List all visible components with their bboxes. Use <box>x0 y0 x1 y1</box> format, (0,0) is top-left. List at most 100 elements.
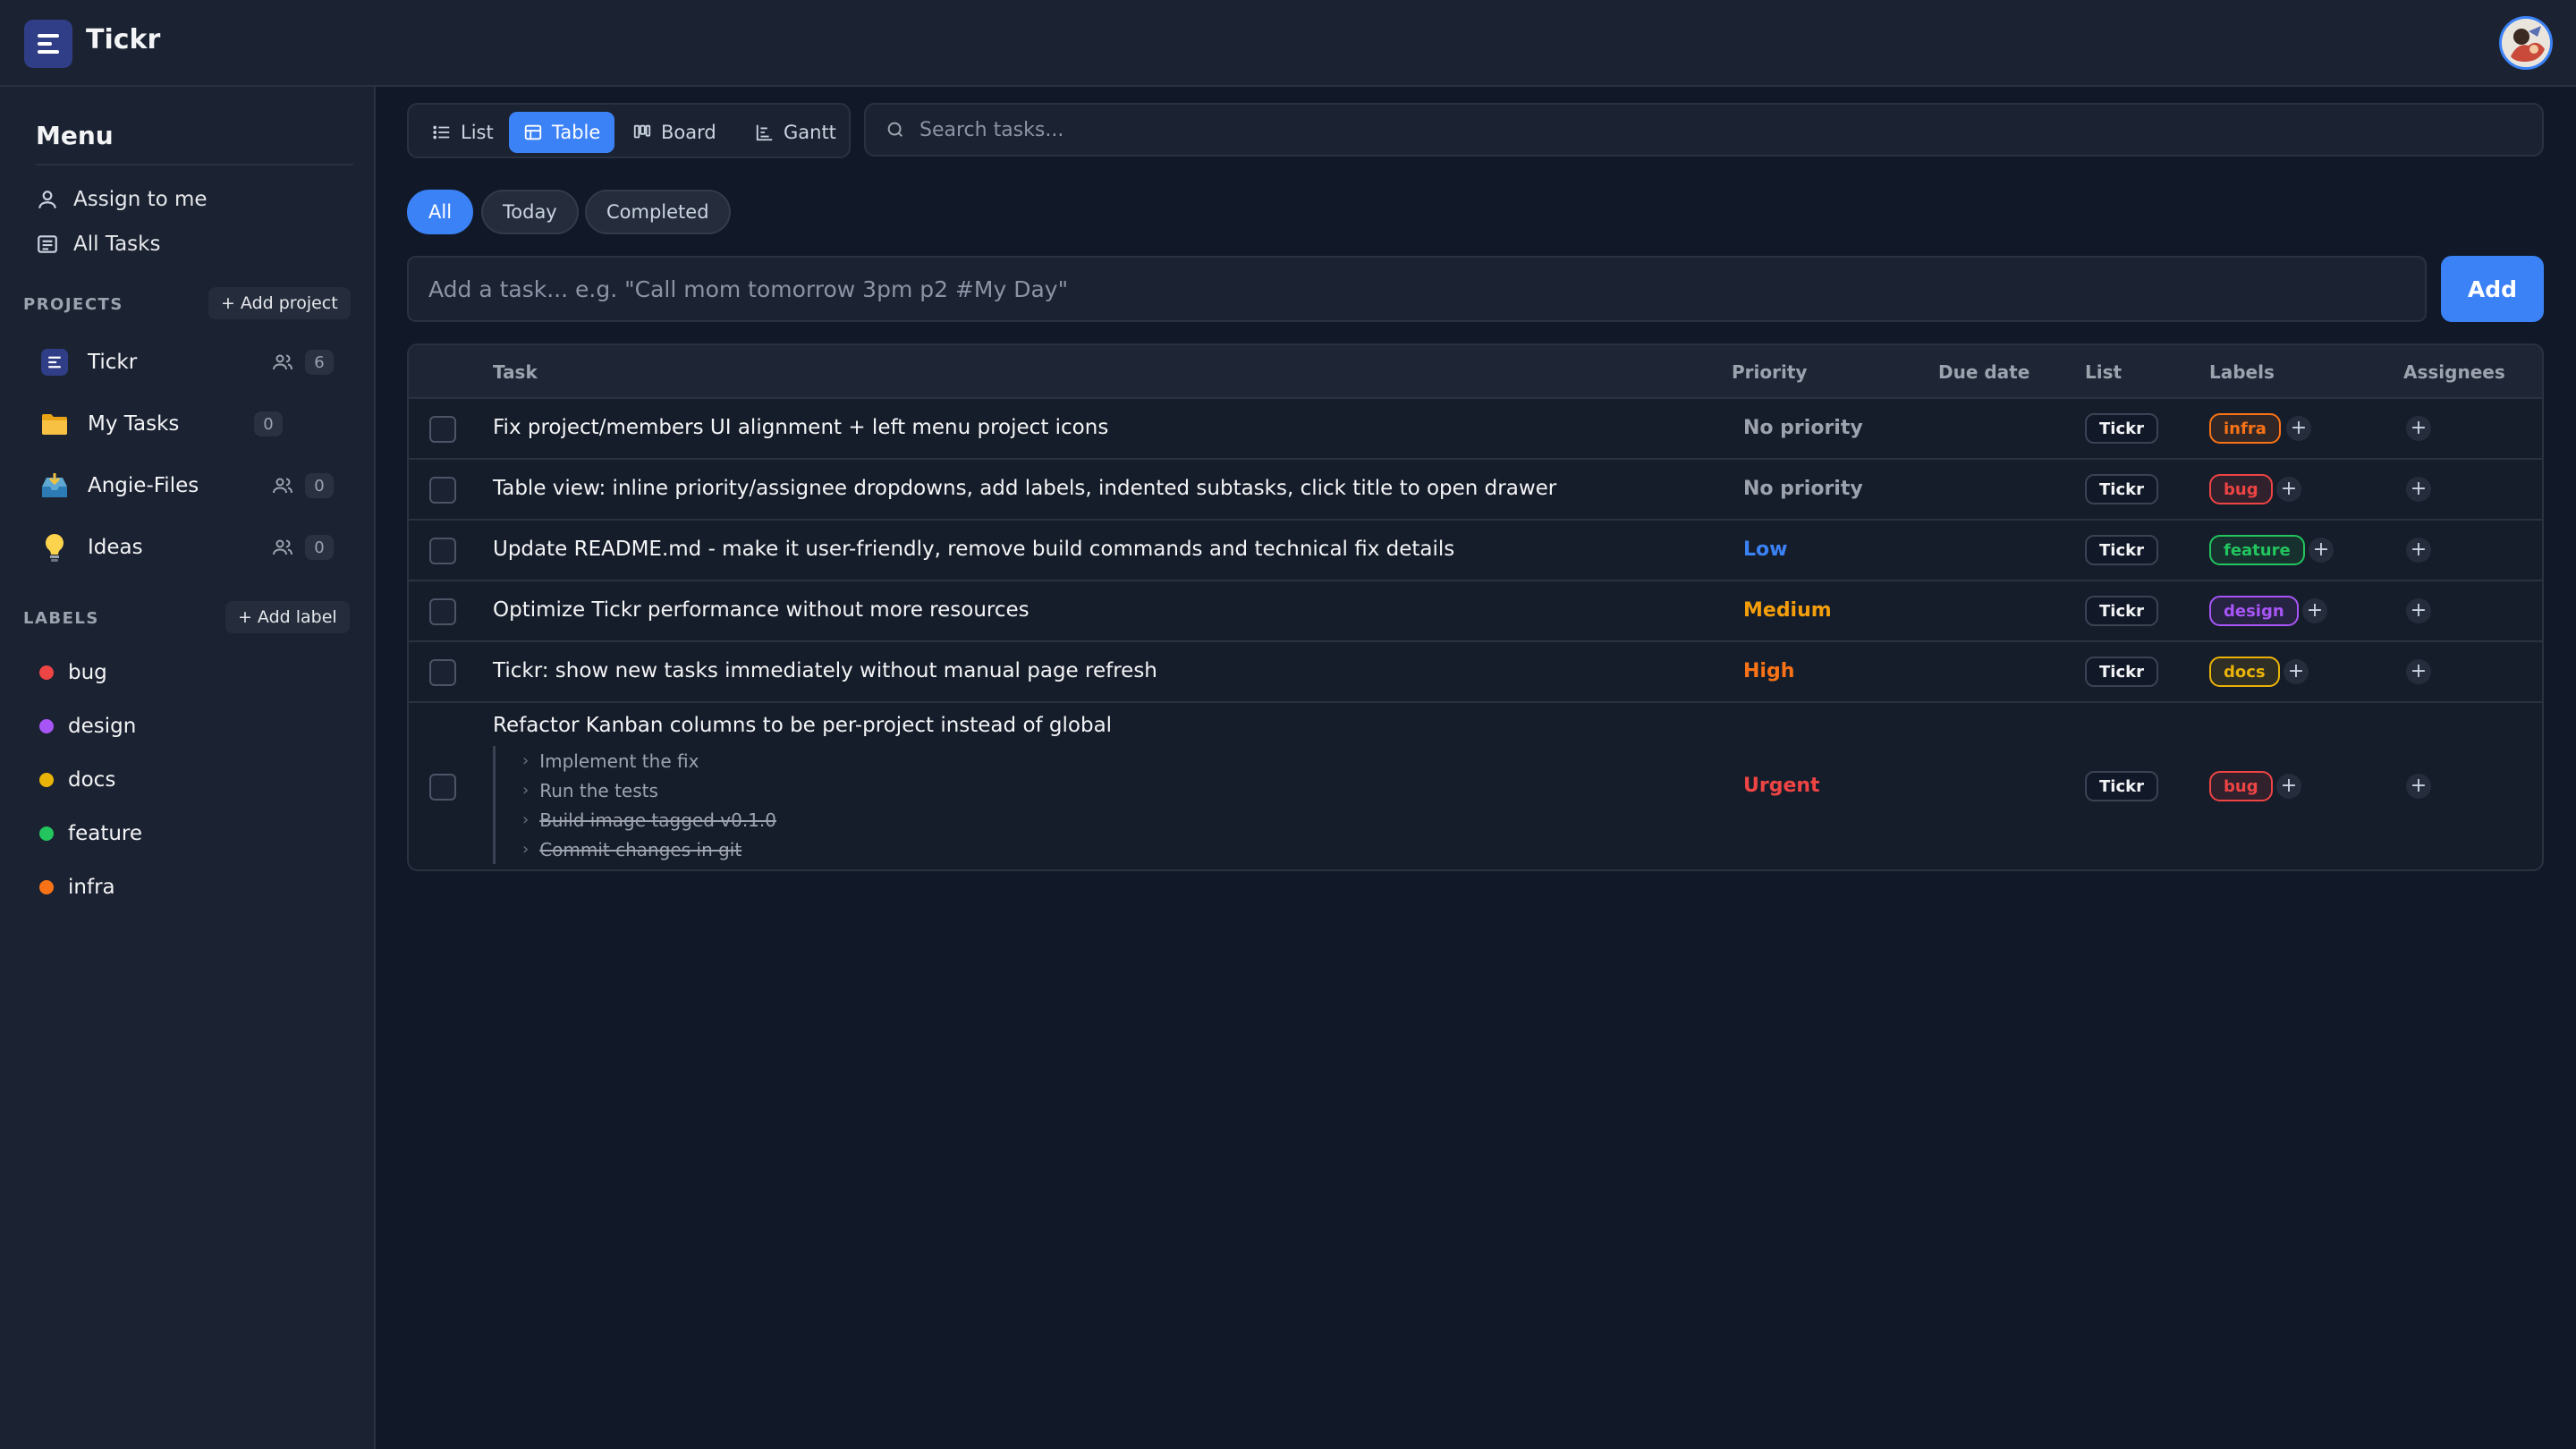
top-bar: Tickr <box>0 0 2576 87</box>
subtask-title[interactable]: Build image tagged v0.1.0 <box>539 809 776 831</box>
subtask-title[interactable]: Commit changes in git <box>539 839 741 860</box>
projects-heading: PROJECTS <box>23 295 123 314</box>
task-checkbox[interactable] <box>429 598 456 625</box>
task-checkbox[interactable] <box>429 659 456 686</box>
column-header-list[interactable]: List <box>2085 361 2122 383</box>
sidebar-label-infra[interactable]: infra <box>39 871 115 903</box>
task-checkbox[interactable] <box>429 477 456 504</box>
column-header-labels[interactable]: Labels <box>2209 361 2275 383</box>
task-label-chip[interactable]: docs <box>2209 657 2280 687</box>
task-list-chip[interactable]: Tickr <box>2085 413 2158 444</box>
table-row[interactable]: Optimize Tickr performance without more … <box>409 581 2542 642</box>
sidebar-item-project-ideas[interactable]: Ideas <box>39 528 143 567</box>
label-name: infra <box>68 876 115 899</box>
add-label-plus-icon[interactable]: + <box>2302 598 2327 623</box>
table-row[interactable]: Update README.md - make it user-friendly… <box>409 521 2542 581</box>
add-assignee-plus-icon[interactable]: + <box>2406 659 2431 684</box>
subtask-item[interactable]: › Implement the fix <box>522 746 776 775</box>
tickr-logo-icon[interactable] <box>24 20 72 68</box>
add-label-plus-icon[interactable]: + <box>2286 416 2311 441</box>
task-label-chip[interactable]: feature <box>2209 535 2305 565</box>
add-project-button[interactable]: + Add project <box>208 287 351 319</box>
inbox-tray-icon <box>39 470 70 501</box>
table-row[interactable]: Refactor Kanban columns to be per-projec… <box>409 703 2542 869</box>
view-tab-table[interactable]: Table <box>509 112 615 153</box>
task-title[interactable]: Refactor Kanban columns to be per-projec… <box>493 714 1112 737</box>
task-list-chip[interactable]: Tickr <box>2085 657 2158 687</box>
task-list-chip[interactable]: Tickr <box>2085 771 2158 801</box>
task-title[interactable]: Optimize Tickr performance without more … <box>493 598 1030 622</box>
subtask-item[interactable]: › Commit changes in git <box>522 835 776 864</box>
add-assignee-plus-icon[interactable]: + <box>2406 538 2431 563</box>
sidebar-item-project-angie-files[interactable]: Angie-Files <box>39 466 199 505</box>
menu-item-assign-to-me[interactable]: Assign to me <box>36 182 208 217</box>
subtask-title[interactable]: Run the tests <box>539 780 658 801</box>
filter-today[interactable]: Today <box>481 190 579 234</box>
task-priority[interactable]: No priority <box>1743 478 1863 500</box>
task-label-chip[interactable]: design <box>2209 596 2299 626</box>
add-label-plus-icon[interactable]: + <box>2276 477 2301 502</box>
add-task-input[interactable] <box>407 256 2427 322</box>
add-assignee-plus-icon[interactable]: + <box>2406 416 2431 441</box>
view-tab-board[interactable]: Board <box>618 112 731 153</box>
task-checkbox[interactable] <box>429 538 456 564</box>
task-checkbox[interactable] <box>429 416 456 443</box>
add-label-plus-icon[interactable]: + <box>2276 774 2301 799</box>
view-tab-gantt[interactable]: Gantt <box>741 112 851 153</box>
list-icon <box>432 123 452 142</box>
sidebar-item-project-tickr[interactable]: Tickr <box>39 343 137 382</box>
task-label-chip[interactable]: infra <box>2209 413 2281 444</box>
task-title[interactable]: Update README.md - make it user-friendly… <box>493 538 1454 561</box>
task-label-chip[interactable]: bug <box>2209 771 2273 801</box>
sidebar-label-feature[interactable]: feature <box>39 818 142 850</box>
column-header-assignees[interactable]: Assignees <box>2403 361 2505 383</box>
task-label-chip[interactable]: bug <box>2209 474 2273 504</box>
sidebar-label-docs[interactable]: docs <box>39 764 115 796</box>
task-title[interactable]: Fix project/members UI alignment + left … <box>493 416 1108 439</box>
user-avatar[interactable] <box>2499 16 2553 70</box>
task-title[interactable]: Table view: inline priority/assignee dro… <box>493 477 1556 500</box>
add-assignee-plus-icon[interactable]: + <box>2406 598 2431 623</box>
menu-item-label: Assign to me <box>73 188 208 211</box>
add-task-button[interactable]: Add <box>2441 256 2544 322</box>
sidebar-label-design[interactable]: design <box>39 710 136 742</box>
task-priority[interactable]: Low <box>1743 538 1787 561</box>
task-priority[interactable]: Urgent <box>1743 775 1820 797</box>
label-name: design <box>68 715 137 738</box>
table-row[interactable]: Fix project/members UI alignment + left … <box>409 399 2542 460</box>
app-name[interactable]: Tickr <box>86 24 160 55</box>
table-row[interactable]: Tickr: show new tasks immediately withou… <box>409 642 2542 703</box>
column-header-due-date[interactable]: Due date <box>1938 361 2029 383</box>
search-input[interactable] <box>919 118 2440 141</box>
subtask-item[interactable]: › Run the tests <box>522 775 776 805</box>
filter-completed[interactable]: Completed <box>585 190 731 234</box>
task-priority[interactable]: Medium <box>1743 599 1832 622</box>
sidebar-label-bug[interactable]: bug <box>39 657 107 689</box>
column-header-task[interactable]: Task <box>493 361 538 383</box>
chevron-right-icon: › <box>522 781 530 800</box>
add-assignee-plus-icon[interactable]: + <box>2406 477 2431 502</box>
menu-item-all-tasks[interactable]: All Tasks <box>36 226 160 262</box>
add-label-button[interactable]: + Add label <box>225 601 350 633</box>
add-label-plus-icon[interactable]: + <box>2284 659 2309 684</box>
add-assignee-plus-icon[interactable]: + <box>2406 774 2431 799</box>
add-label-plus-icon[interactable]: + <box>2309 538 2334 563</box>
table-row[interactable]: Table view: inline priority/assignee dro… <box>409 460 2542 521</box>
board-icon <box>632 123 652 142</box>
task-priority[interactable]: High <box>1743 660 1794 682</box>
menu-title: Menu <box>36 121 114 150</box>
search-icon <box>886 120 905 140</box>
list-icon <box>36 233 59 256</box>
task-list-chip[interactable]: Tickr <box>2085 474 2158 504</box>
task-list-chip[interactable]: Tickr <box>2085 535 2158 565</box>
column-header-priority[interactable]: Priority <box>1732 361 1807 383</box>
subtask-item[interactable]: › Build image tagged v0.1.0 <box>522 805 776 835</box>
task-title[interactable]: Tickr: show new tasks immediately withou… <box>493 659 1157 682</box>
filter-all[interactable]: All <box>407 190 474 234</box>
view-tab-list[interactable]: List <box>418 112 508 153</box>
task-priority[interactable]: No priority <box>1743 417 1863 439</box>
task-checkbox[interactable] <box>429 774 456 801</box>
task-list-chip[interactable]: Tickr <box>2085 596 2158 626</box>
sidebar-item-project-my-tasks[interactable]: My Tasks <box>39 404 179 444</box>
subtask-title[interactable]: Implement the fix <box>539 750 699 772</box>
